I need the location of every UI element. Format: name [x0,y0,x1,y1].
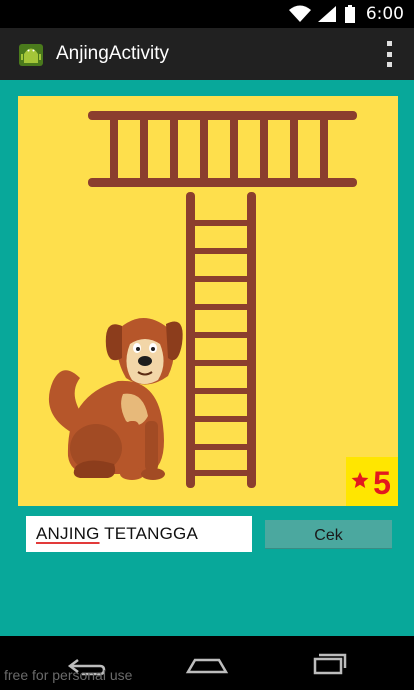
dog-illustration [48,318,183,480]
answer-prefix-text: ANJING [36,524,100,543]
overflow-menu-icon[interactable] [384,41,394,67]
score-value: 5 [373,465,391,501]
recents-icon[interactable] [305,646,355,680]
clock: 6:00 [365,4,404,24]
check-button-label: Cek [314,527,343,544]
signal-icon [317,6,336,22]
score-badge: 5 [346,457,398,506]
content-area: 5 ANJING TETANGGA Cek [0,80,414,636]
status-icons: 6:00 [288,0,414,28]
app-title: AnjingActivity [56,43,169,64]
vertical-ladder [186,192,256,488]
android-icon [19,44,43,66]
battery-icon [344,5,355,23]
horizontal-ladder [88,111,357,187]
answer-suffix-text: TETANGGA [99,524,199,543]
action-bar: AnjingActivity [0,28,414,80]
status-bar: 6:00 [0,0,414,28]
puzzle-illustration: 5 [48,111,398,506]
answer-input[interactable]: ANJING TETANGGA [26,516,252,552]
watermark-text: free for personal use [4,667,133,683]
puzzle-image: 5 [18,96,398,506]
wifi-icon [288,5,311,22]
home-icon[interactable] [182,646,232,680]
check-button[interactable]: Cek [265,520,392,548]
